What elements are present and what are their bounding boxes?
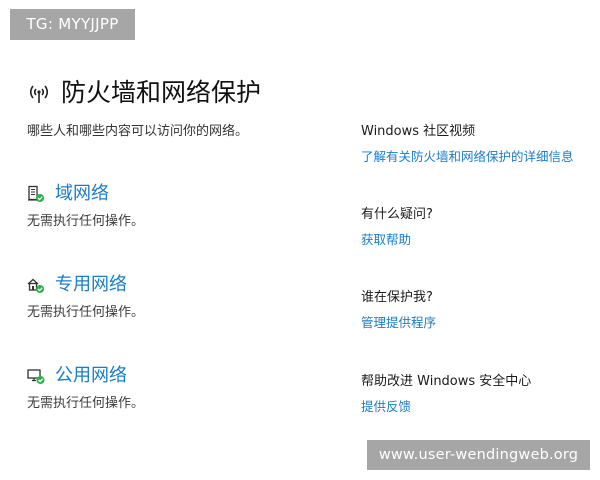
public-network-link[interactable]: 公用网络 bbox=[55, 364, 127, 388]
sidebar-questions: 有什么疑问? 获取帮助 bbox=[361, 206, 433, 248]
sidebar-heading-questions: 有什么疑问? bbox=[361, 207, 433, 222]
domain-network-link[interactable]: 域网络 bbox=[55, 182, 109, 206]
tg-badge: TG: MYYJJPP bbox=[10, 9, 135, 40]
sidebar-who-protects: 谁在保护我? 管理提供程序 bbox=[361, 289, 436, 331]
public-network-icon bbox=[27, 367, 45, 385]
sidebar-heading-who-protects: 谁在保护我? bbox=[361, 290, 433, 305]
public-network-status: 无需执行任何操作。 bbox=[27, 396, 145, 411]
give-feedback-link[interactable]: 提供反馈 bbox=[361, 399, 531, 415]
public-network-section: 公用网络 无需执行任何操作。 bbox=[27, 364, 144, 411]
manage-providers-link[interactable]: 管理提供程序 bbox=[361, 315, 436, 331]
private-network-status: 无需执行任何操作。 bbox=[27, 305, 145, 320]
domain-network-icon bbox=[27, 185, 45, 203]
private-network-icon bbox=[27, 276, 45, 294]
sidebar-heading-feedback: 帮助改进 Windows 安全中心 bbox=[361, 374, 532, 389]
sidebar-feedback: 帮助改进 Windows 安全中心 提供反馈 bbox=[361, 373, 531, 415]
sidebar-heading-community-video: Windows 社区视频 bbox=[361, 124, 476, 139]
page-header: 防火墙和网络保护 bbox=[26, 76, 261, 110]
get-help-link[interactable]: 获取帮助 bbox=[361, 232, 433, 248]
private-network-link[interactable]: 专用网络 bbox=[55, 273, 127, 297]
domain-network-status: 无需执行任何操作。 bbox=[27, 214, 145, 229]
page-subtitle: 哪些人和哪些内容可以访问你的网络。 bbox=[27, 124, 249, 139]
learn-more-link[interactable]: 了解有关防火墙和网络保护的详细信息 bbox=[361, 149, 574, 165]
sidebar-community-video: Windows 社区视频 了解有关防火墙和网络保护的详细信息 bbox=[361, 123, 574, 165]
private-network-section: 专用网络 无需执行任何操作。 bbox=[27, 273, 144, 320]
page-title: 防火墙和网络保护 bbox=[61, 78, 262, 107]
wifi-antenna-icon bbox=[26, 79, 52, 107]
domain-network-section: 域网络 无需执行任何操作。 bbox=[27, 182, 144, 229]
watermark-banner: www.user-wendingweb.org bbox=[367, 440, 590, 470]
